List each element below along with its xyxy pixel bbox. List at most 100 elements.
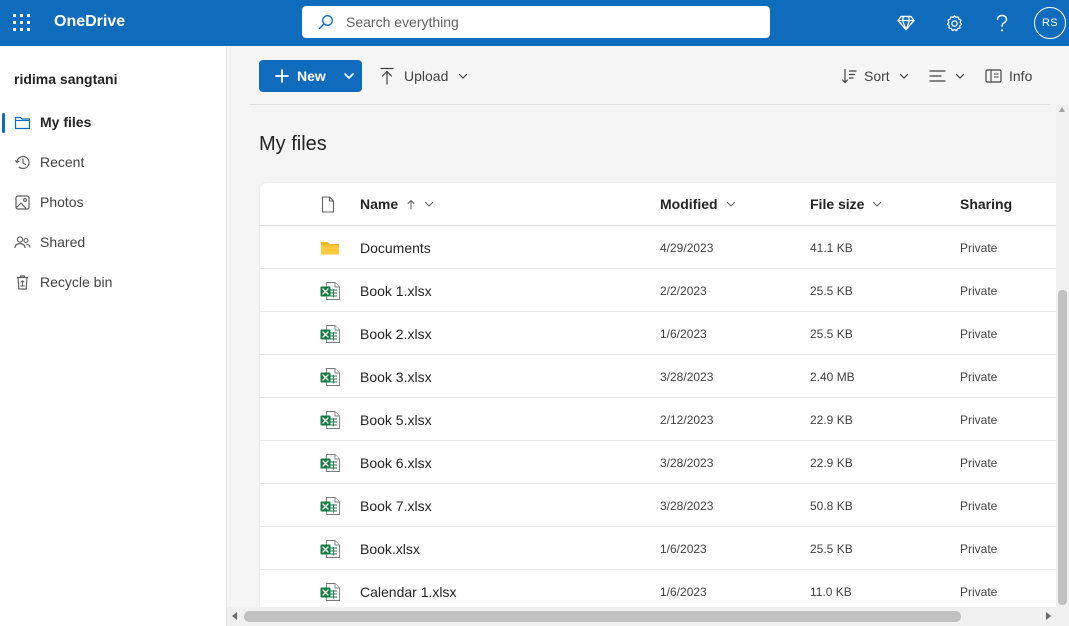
horizontal-scrollbar[interactable] [227, 607, 1069, 626]
modified-date: 3/28/2023 [660, 370, 714, 384]
modified-date: 3/28/2023 [660, 456, 714, 470]
plus-icon [275, 69, 289, 83]
file-size: 22.9 KB [810, 456, 853, 470]
chevron-down-icon [459, 73, 468, 79]
scroll-left-arrow-icon[interactable] [232, 612, 237, 620]
sidebar-item-recent[interactable]: Recent [0, 145, 226, 179]
file-type-icon[interactable] [321, 196, 335, 213]
app-brand[interactable]: OneDrive [54, 13, 125, 31]
modified-date: 4/29/2023 [660, 241, 714, 255]
table-row[interactable]: Book 3.xlsx 3/28/2023 2.40 MB Private [260, 355, 1056, 398]
excel-file-icon [320, 497, 340, 515]
scrollbar-thumb[interactable] [1058, 290, 1067, 605]
file-size: 25.5 KB [810, 327, 853, 341]
table-row[interactable]: Book 5.xlsx 2/12/2023 22.9 KB Private [260, 398, 1056, 441]
file-name[interactable]: Book 3.xlsx [360, 369, 432, 385]
chevron-down-icon [726, 201, 735, 207]
sharing-status: Private [960, 241, 998, 255]
upload-icon [380, 67, 394, 85]
recycle-bin-icon [17, 275, 28, 290]
sharing-status: Private [960, 499, 998, 513]
sidebar-item-my-files[interactable]: My files [0, 105, 226, 139]
sidebar: ridima sangtani My files Recent Photos S… [0, 46, 227, 626]
file-name[interactable]: Book 7.xlsx [360, 498, 432, 514]
modified-date: 3/28/2023 [660, 499, 714, 513]
file-name[interactable]: Calendar 1.xlsx [360, 584, 457, 600]
column-header-modified[interactable]: Modified [660, 196, 736, 212]
sort-button[interactable]: Sort [841, 66, 909, 86]
file-size: 50.8 KB [810, 499, 853, 513]
sharing-status: Private [960, 542, 998, 556]
history-icon [14, 155, 30, 170]
chevron-down-icon [899, 73, 908, 79]
sharing-status: Private [960, 413, 998, 427]
column-header-label: File size [810, 196, 865, 212]
table-row[interactable]: Book.xlsx 1/6/2023 25.5 KB Private [260, 527, 1056, 570]
excel-file-icon [320, 325, 340, 343]
info-button[interactable]: Info [985, 66, 1032, 86]
column-header-file-size[interactable]: File size [810, 196, 882, 212]
excel-file-icon [320, 454, 340, 472]
sidebar-item-label: Photos [40, 194, 84, 210]
file-name[interactable]: Book 2.xlsx [360, 326, 432, 342]
file-name[interactable]: Book 5.xlsx [360, 412, 432, 428]
sidebar-item-label: Recent [40, 154, 85, 170]
file-size: 2.40 MB [810, 370, 855, 384]
table-row[interactable]: Book 1.xlsx 2/2/2023 25.5 KB Private [260, 269, 1056, 312]
sidebar-item-label: Recycle bin [40, 274, 113, 290]
modified-date: 2/12/2023 [660, 413, 714, 427]
new-button[interactable]: New [259, 60, 362, 92]
file-size: 11.0 KB [810, 585, 852, 599]
column-header-name[interactable]: Name [360, 196, 434, 212]
search-placeholder: Search everything [346, 14, 459, 30]
app-launcher-icon[interactable] [13, 14, 31, 32]
new-button-label: New [297, 68, 326, 84]
gear-icon[interactable] [942, 11, 966, 35]
sort-ascending-icon [407, 199, 415, 209]
column-header-label: Name [360, 196, 399, 212]
modified-date: 1/6/2023 [660, 542, 707, 556]
file-name[interactable]: Documents [360, 240, 431, 256]
sidebar-item-label: Shared [40, 234, 86, 250]
sharing-status: Private [960, 456, 998, 470]
list-view-icon [929, 70, 946, 82]
excel-file-icon [320, 583, 340, 601]
file-name[interactable]: Book 1.xlsx [360, 283, 432, 299]
upload-button[interactable]: Upload [380, 66, 468, 86]
view-options-button[interactable] [929, 66, 965, 86]
sort-label: Sort [864, 68, 890, 84]
sort-icon [841, 68, 857, 84]
upload-label: Upload [404, 68, 449, 84]
sharing-status: Private [960, 327, 998, 341]
column-header-label: Modified [660, 196, 718, 212]
table-row[interactable]: Documents 4/29/2023 41.1 KB Private [260, 226, 1056, 269]
table-row[interactable]: Book 7.xlsx 3/28/2023 50.8 KB Private [260, 484, 1056, 527]
file-name[interactable]: Book 6.xlsx [360, 455, 432, 471]
scrollbar-thumb[interactable] [244, 611, 961, 622]
search-box[interactable]: Search everything [302, 6, 770, 38]
excel-file-icon [320, 368, 340, 386]
sidebar-item-shared[interactable]: Shared [0, 225, 226, 259]
file-name[interactable]: Book.xlsx [360, 541, 420, 557]
user-name: ridima sangtani [14, 71, 118, 87]
table-row[interactable]: Book 2.xlsx 1/6/2023 25.5 KB Private [260, 312, 1056, 355]
modified-date: 2/2/2023 [660, 284, 707, 298]
column-header-sharing[interactable]: Sharing [960, 196, 1012, 212]
premium-diamond-icon[interactable] [894, 11, 918, 35]
vertical-scrollbar[interactable] [1056, 105, 1069, 607]
chevron-down-icon [425, 201, 434, 207]
scroll-up-arrow-icon[interactable] [1059, 107, 1065, 112]
help-icon[interactable] [990, 11, 1014, 35]
table-row[interactable]: Book 6.xlsx 3/28/2023 22.9 KB Private [260, 441, 1056, 484]
info-label: Info [1009, 68, 1033, 84]
sidebar-item-photos[interactable]: Photos [0, 185, 226, 219]
table-row[interactable]: Calendar 1.xlsx 1/6/2023 11.0 KB Private [260, 570, 1056, 608]
info-pane-icon [985, 69, 1002, 83]
file-size: 41.1 KB [810, 241, 853, 255]
chevron-down-icon [955, 73, 965, 79]
avatar[interactable]: RS [1034, 7, 1066, 39]
scroll-right-arrow-icon[interactable] [1046, 612, 1051, 620]
file-size: 22.9 KB [810, 413, 853, 427]
sidebar-item-recycle-bin[interactable]: Recycle bin [0, 265, 226, 299]
table-header: Name Modified File size Sharing [260, 183, 1056, 226]
